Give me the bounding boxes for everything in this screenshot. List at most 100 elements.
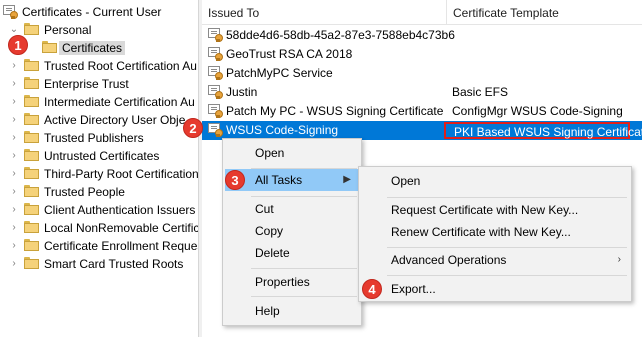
chevron-right-icon[interactable]: ›	[9, 150, 19, 162]
tree-item-label: Certificates	[59, 41, 126, 55]
menu-item-cut[interactable]: Cut	[225, 198, 359, 220]
context-menu: Open All Tasks ▶ Cut Copy Delete Propert…	[222, 138, 362, 326]
submenu-item-open[interactable]: Open	[361, 170, 629, 192]
folder-icon	[24, 239, 39, 251]
chevron-right-icon[interactable]: ›	[9, 78, 19, 90]
tree-item-label: Client Authentication Issuers	[44, 203, 196, 217]
console-tree: Certificates - Current User ⌄ Personal C…	[0, 0, 198, 337]
list-header: Issued To Certificate Template	[202, 0, 642, 25]
tree-item-label: Local NonRemovable Certific	[44, 221, 198, 235]
submenu-item-request-new-key[interactable]: Request Certificate with New Key...	[361, 199, 629, 221]
tree-item-personal[interactable]: ⌄ Personal	[0, 21, 198, 39]
chevron-right-icon[interactable]: ›	[9, 132, 19, 144]
folder-icon	[24, 59, 39, 71]
all-tasks-submenu: Open Request Certificate with New Key...…	[358, 166, 632, 302]
tree-item-smart-card-roots[interactable]: › Smart Card Trusted Roots	[0, 255, 198, 273]
table-row[interactable]: 58dde4d6-58db-45a2-87e3-7588eb4c73b6	[202, 26, 642, 45]
folder-icon	[24, 23, 39, 35]
tree-item-trusted-people[interactable]: › Trusted People	[0, 183, 198, 201]
cell-issued-to: 58dde4d6-58db-45a2-87e3-7588eb4c73b6	[226, 28, 455, 42]
submenu-item-advanced-operations[interactable]: Advanced Operations ›	[361, 249, 629, 271]
table-row[interactable]: GeoTrust RSA CA 2018	[202, 45, 642, 64]
chevron-right-icon: ▶	[343, 174, 351, 185]
chevron-right-icon[interactable]: ›	[9, 96, 19, 108]
menu-item-label: Advanced Operations	[391, 253, 507, 267]
column-header-certificate-template[interactable]: Certificate Template	[447, 0, 642, 24]
chevron-right-icon[interactable]: ›	[9, 114, 19, 126]
chevron-right-icon[interactable]: ›	[9, 168, 19, 180]
menu-separator	[251, 196, 357, 197]
tree-item-label: Certificates - Current User	[22, 5, 162, 19]
cell-issued-to: GeoTrust RSA CA 2018	[226, 47, 353, 61]
folder-icon	[42, 41, 57, 53]
tree-item-trusted-root[interactable]: › Trusted Root Certification Au	[0, 57, 198, 75]
tree-item-label: Trusted People	[44, 185, 125, 199]
chevron-right-icon[interactable]: ›	[9, 204, 19, 216]
tree-item-third-party-root[interactable]: › Third-Party Root Certification	[0, 165, 198, 183]
tree-item-label: Active Directory User Obje	[44, 113, 186, 127]
cell-template-highlighted: PKI Based WSUS Signing Certificate	[444, 122, 642, 139]
tree-item-active-directory[interactable]: › Active Directory User Obje	[0, 111, 198, 129]
certificate-icon	[208, 28, 223, 42]
folder-icon	[24, 77, 39, 89]
tree-item-label: Personal	[44, 23, 92, 37]
step-1-callout: 1	[8, 35, 28, 55]
column-header-issued-to[interactable]: Issued To	[202, 0, 446, 24]
tree-item-enrollment-requests[interactable]: › Certificate Enrollment Reques	[0, 237, 198, 255]
menu-separator	[251, 268, 357, 269]
folder-icon	[24, 221, 39, 233]
tree-item-label: Smart Card Trusted Roots	[44, 257, 184, 271]
table-row[interactable]: PatchMyPC Service	[202, 64, 642, 83]
folder-icon	[24, 149, 39, 161]
tree-item-label: Third-Party Root Certification	[44, 167, 198, 181]
step-2-callout: 2	[183, 118, 203, 138]
menu-item-label: All Tasks	[255, 173, 303, 187]
certificate-icon	[208, 47, 223, 61]
folder-icon	[24, 113, 39, 125]
certificate-store-icon	[3, 5, 18, 19]
tree-item-certificates-current-user[interactable]: Certificates - Current User	[0, 3, 198, 21]
folder-icon	[24, 167, 39, 179]
step-3-callout: 3	[225, 170, 245, 190]
chevron-right-icon[interactable]: ›	[9, 186, 19, 198]
chevron-right-icon[interactable]: ›	[9, 240, 19, 252]
folder-icon	[24, 203, 39, 215]
cell-issued-to: Patch My PC - WSUS Signing Certificate	[226, 104, 444, 118]
chevron-right-icon[interactable]: ›	[9, 222, 19, 234]
tree-item-untrusted[interactable]: › Untrusted Certificates	[0, 147, 198, 165]
step-4-callout: 4	[362, 279, 382, 299]
tree-item-label: Trusted Root Certification Au	[44, 59, 197, 73]
menu-separator	[251, 296, 357, 297]
cell-issued-to: PatchMyPC Service	[226, 66, 333, 80]
tree-item-certificates[interactable]: Certificates	[0, 39, 198, 57]
tree-item-trusted-publishers[interactable]: › Trusted Publishers	[0, 129, 198, 147]
menu-item-copy[interactable]: Copy	[225, 220, 359, 242]
cell-issued-to: Justin	[226, 85, 258, 99]
tree-item-label: Enterprise Trust	[44, 77, 129, 91]
tree-item-intermediate[interactable]: › Intermediate Certification Au	[0, 93, 198, 111]
menu-separator	[387, 275, 627, 276]
tree-item-label: Intermediate Certification Au	[44, 95, 195, 109]
tree-item-label: Untrusted Certificates	[44, 149, 160, 163]
submenu-item-export[interactable]: Export...	[361, 278, 629, 300]
menu-item-help[interactable]: Help	[225, 300, 359, 322]
table-row[interactable]: Patch My PC - WSUS Signing Certificate C…	[202, 102, 642, 121]
menu-item-properties[interactable]: Properties	[225, 271, 359, 293]
tree-item-enterprise-trust[interactable]: › Enterprise Trust	[0, 75, 198, 93]
menu-item-all-tasks[interactable]: All Tasks ▶	[225, 169, 359, 191]
folder-icon	[24, 185, 39, 197]
menu-separator	[387, 197, 627, 198]
menu-separator	[387, 247, 627, 248]
menu-item-delete[interactable]: Delete	[225, 242, 359, 264]
submenu-item-renew-new-key[interactable]: Renew Certificate with New Key...	[361, 221, 629, 243]
chevron-right-icon: ›	[617, 254, 621, 265]
certificate-icon	[208, 123, 223, 137]
tree-item-label: Certificate Enrollment Reques	[44, 239, 198, 253]
tree-item-local-nonremovable[interactable]: › Local NonRemovable Certific	[0, 219, 198, 237]
folder-icon	[24, 257, 39, 269]
menu-item-open[interactable]: Open	[225, 142, 359, 164]
chevron-right-icon[interactable]: ›	[9, 60, 19, 72]
table-row[interactable]: Justin Basic EFS	[202, 83, 642, 102]
tree-item-client-auth-issuers[interactable]: › Client Authentication Issuers	[0, 201, 198, 219]
chevron-right-icon[interactable]: ›	[9, 258, 19, 270]
